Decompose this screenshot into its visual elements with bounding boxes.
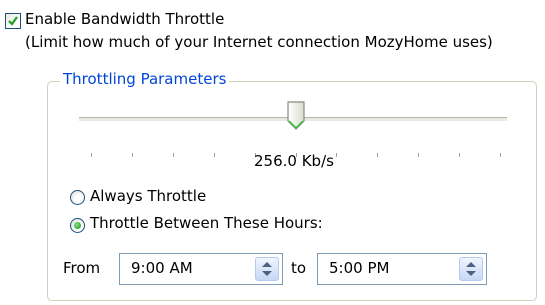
checkmark-icon [8,16,18,26]
group-title: Throttling Parameters [60,70,230,88]
enable-throttle-checkbox[interactable] [5,13,21,29]
slider-tick [377,153,378,157]
always-throttle-label[interactable]: Always Throttle [90,187,206,205]
from-label: From [63,259,101,277]
from-time-value[interactable]: 9:00 AM [131,259,193,277]
bandwidth-slider-thumb[interactable] [286,101,306,131]
up-down-arrows-icon [262,262,272,276]
throttle-hours-label[interactable]: Throttle Between These Hours: [90,214,323,232]
up-down-arrows-icon [466,262,476,276]
to-time-field[interactable]: 5:00 PM [317,253,487,285]
slider-tick [132,153,133,157]
slider-tick [336,153,337,157]
slider-tick [418,153,419,157]
radio-selected-dot [74,222,81,229]
to-spin-button[interactable] [459,257,483,281]
bandwidth-value: 256.0 Kb/s [254,152,334,170]
slider-tick [173,153,174,157]
throttle-description: (Limit how much of your Internet connect… [25,33,493,51]
to-label: to [291,259,307,277]
always-throttle-radio[interactable] [70,190,85,205]
slider-tick [459,153,460,157]
slider-tick [91,153,92,157]
slider-tick [500,153,501,157]
from-spin-button[interactable] [255,257,279,281]
slider-tick [214,153,215,157]
throttle-hours-radio[interactable] [70,218,85,233]
to-time-value[interactable]: 5:00 PM [329,259,389,277]
from-time-field[interactable]: 9:00 AM [119,253,283,285]
enable-throttle-label[interactable]: Enable Bandwidth Throttle [25,10,224,28]
